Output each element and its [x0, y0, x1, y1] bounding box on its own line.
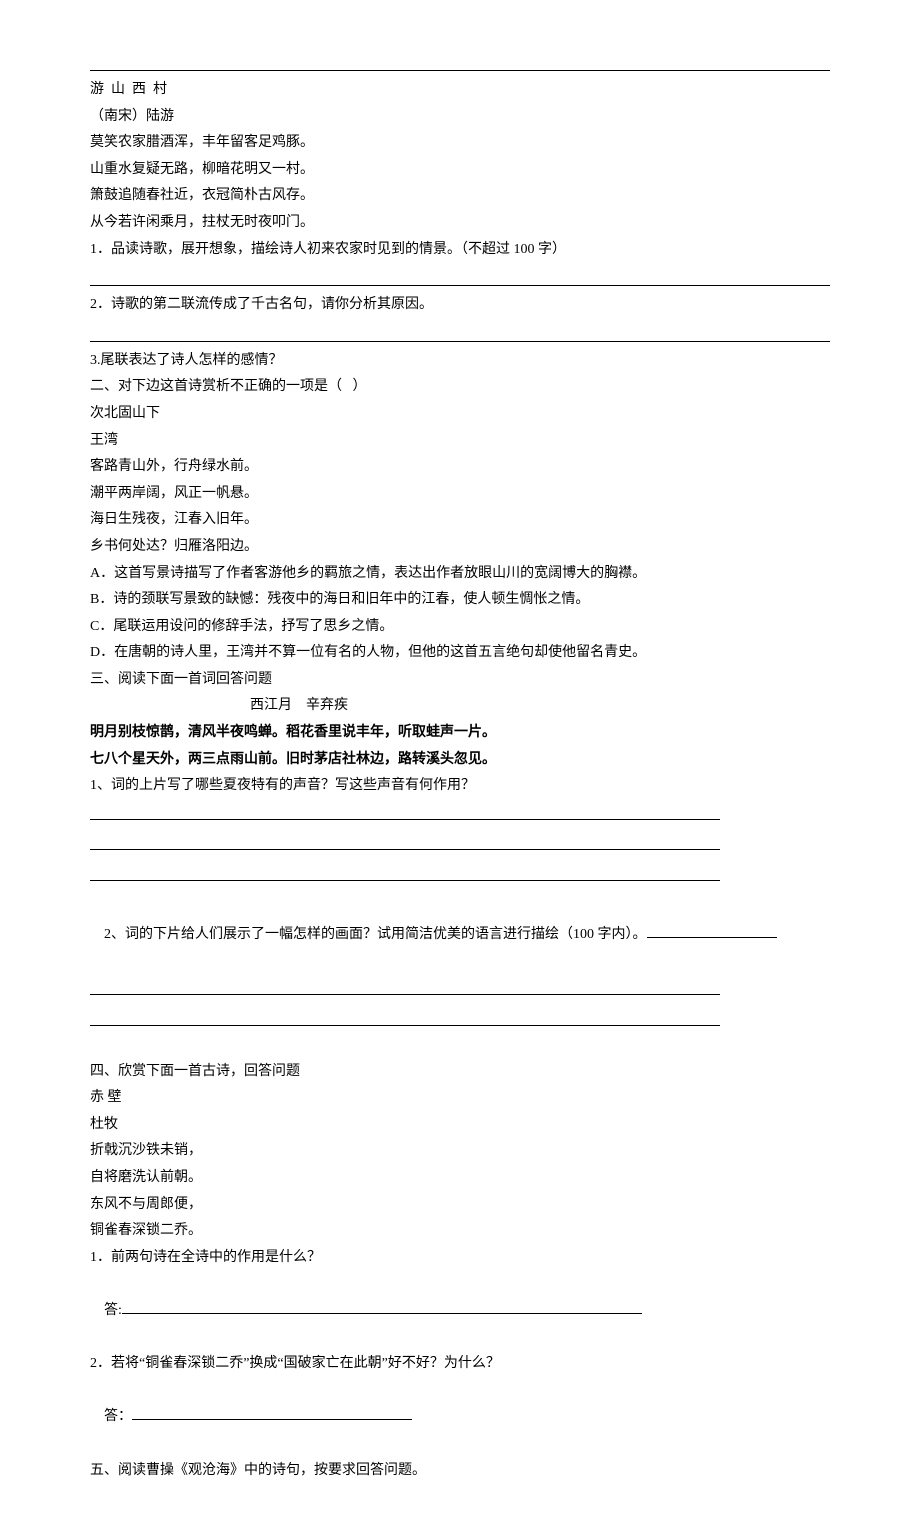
poem4-line1: 折戟沉沙铁未销， [90, 1138, 830, 1165]
s4-q1: 1．前两句诗在全诗中的作用是什么？ [90, 1245, 830, 1272]
poem1-line3: 箫鼓追随春社近，衣冠简朴古风存。 [90, 183, 830, 210]
page: 游 山 西 村 （南宋）陆游 莫笑农家腊酒浑，丰年留客足鸡豚。 山重水复疑无路，… [0, 70, 920, 1524]
s2-option-a[interactable]: A．这首写景诗描写了作者客游他乡的羁旅之情，表达出作者放眼山川的宽阔博大的胸襟。 [90, 561, 830, 588]
s3-q2-text: 2、词的下片给人们展示了一幅怎样的画面？试用简洁优美的语言进行描绘（100 字内… [104, 927, 647, 942]
answer-blank[interactable] [647, 925, 777, 938]
s4-a1: 答: [90, 1271, 830, 1351]
answer-blank[interactable] [122, 1301, 642, 1314]
s3-q1: 1、词的上片写了哪些夏夜特有的声音？写这些声音有何作用？ [90, 773, 830, 800]
s4-a2: 答： [90, 1378, 830, 1458]
poem1-author: （南宋）陆游 [90, 104, 830, 131]
s2-option-d[interactable]: D．在唐朝的诗人里，王湾并不算一位有名的人物，但他的这首五言绝句却使他留名青史。 [90, 640, 830, 667]
poem4-line3: 东风不与周郎便， [90, 1192, 830, 1219]
poem3-title: 西江月 辛弃疾 [90, 693, 830, 720]
s2-option-b[interactable]: B．诗的颈联写景致的缺憾：残夜中的海日和旧年中的江春，使人顿生惆怅之情。 [90, 587, 830, 614]
answer-blank[interactable] [90, 868, 720, 881]
s1-q3: 3.尾联表达了诗人怎样的感情？ [90, 348, 830, 375]
s4-intro: 四、欣赏下面一首古诗，回答问题 [90, 1059, 830, 1086]
answer-blank[interactable] [132, 1407, 412, 1420]
s4-q2: 2．若将“铜雀春深锁二乔”换成“国破家亡在此朝”好不好？为什么？ [90, 1351, 830, 1378]
s1-q1: 1．品读诗歌，展开想象，描绘诗人初来农家时见到的情景。（不超过 100 字） [90, 237, 830, 264]
answer-blank[interactable] [90, 837, 720, 850]
answer-blank[interactable] [90, 323, 830, 342]
top-divider [90, 70, 830, 71]
poem4-title: 赤 壁 [90, 1085, 830, 1112]
poem1-line2: 山重水复疑无路，柳暗花明又一村。 [90, 157, 830, 184]
answer-blank[interactable] [90, 982, 720, 995]
poem2-title: 次北固山下 [90, 401, 830, 428]
s2-intro: 二、对下边这首诗赏析不正确的一项是（ ） [90, 374, 830, 401]
poem4-author: 杜牧 [90, 1112, 830, 1139]
s5-intro: 五、阅读曹操《观沧海》中的诗句，按要求回答问题。 [90, 1458, 830, 1485]
poem4-line2: 自将磨洗认前朝。 [90, 1165, 830, 1192]
answer-label: 答: [104, 1303, 122, 1318]
s3-q2: 2、词的下片给人们展示了一幅怎样的画面？试用简洁优美的语言进行描绘（100 字内… [90, 896, 830, 976]
poem2-line1: 客路青山外，行舟绿水前。 [90, 454, 830, 481]
answer-blank[interactable] [90, 267, 830, 286]
s2-option-c[interactable]: C．尾联运用设问的修辞手法，抒写了思乡之情。 [90, 614, 830, 641]
answer-label: 答： [104, 1409, 132, 1424]
poem2-author: 王湾 [90, 428, 830, 455]
poem1-line1: 莫笑农家腊酒浑，丰年留客足鸡豚。 [90, 130, 830, 157]
poem1-line4: 从今若许闲乘月，拄杖无时夜叩门。 [90, 210, 830, 237]
answer-blank[interactable] [90, 807, 720, 820]
poem2-line3: 海日生残夜，江春入旧年。 [90, 507, 830, 534]
poem2-line4: 乡书何处达？归雁洛阳边。 [90, 534, 830, 561]
s1-q2: 2．诗歌的第二联流传成了千古名句，请你分析其原因。 [90, 292, 830, 319]
spacer [90, 1041, 830, 1059]
poem3-line1: 明月别枝惊鹊，清风半夜鸣蝉。稻花香里说丰年，听取蛙声一片。 [90, 720, 830, 747]
poem2-line2: 潮平两岸阔，风正一帆悬。 [90, 481, 830, 508]
poem3-line2: 七八个星天外，两三点雨山前。旧时茅店社林边，路转溪头忽见。 [90, 747, 830, 774]
s3-intro: 三、阅读下面一首词回答问题 [90, 667, 830, 694]
answer-blank[interactable] [90, 1013, 720, 1026]
poem4-line4: 铜雀春深锁二乔。 [90, 1218, 830, 1245]
poem1-title: 游 山 西 村 [90, 77, 830, 104]
